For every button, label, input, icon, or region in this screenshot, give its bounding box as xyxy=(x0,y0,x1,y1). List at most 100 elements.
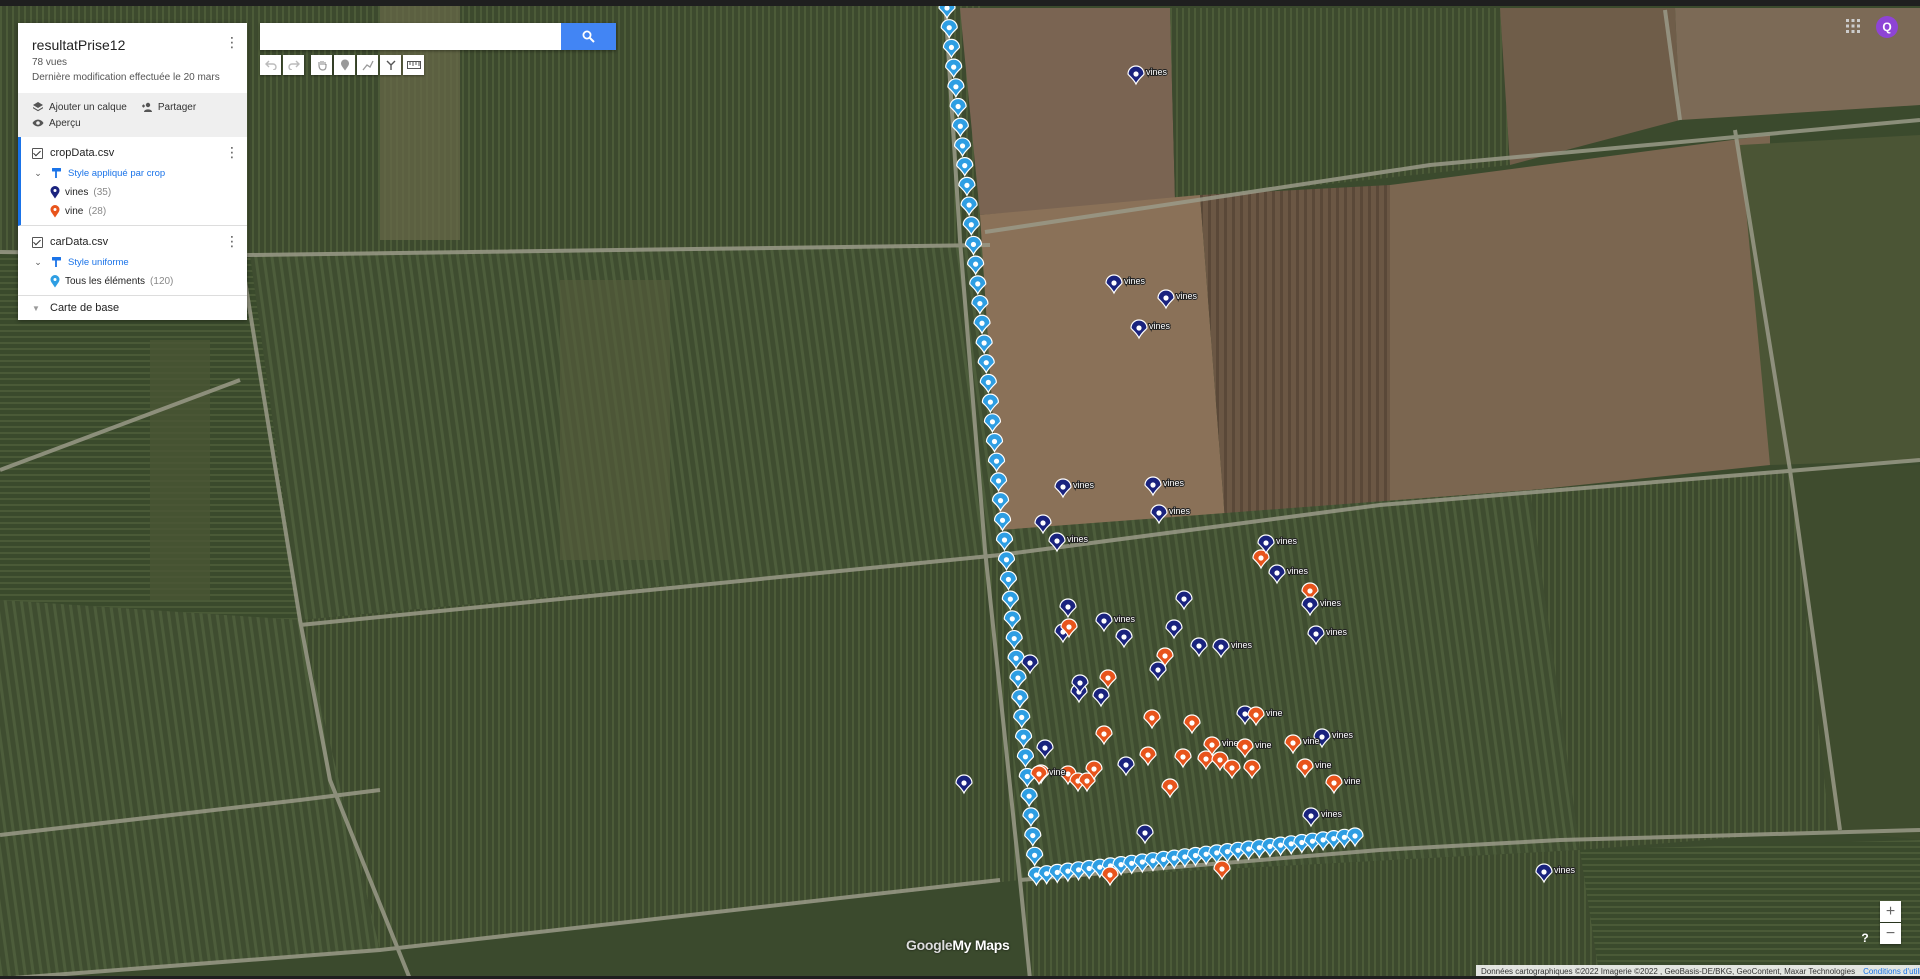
marker-label: vines xyxy=(1554,865,1576,875)
legend-label: Tous les éléments xyxy=(65,275,146,287)
search-input[interactable] xyxy=(260,23,550,50)
map-imagery[interactable]: vinesvinesvinesvinesvines vinesvinesvines… xyxy=(0,0,1920,979)
paint-roller-icon xyxy=(52,257,61,267)
add-marker-button[interactable] xyxy=(334,55,355,75)
search-icon xyxy=(582,30,595,43)
marker-label: vines xyxy=(1287,566,1309,576)
help-icon[interactable]: ? xyxy=(1857,930,1873,946)
legend-count: (120) xyxy=(150,275,174,287)
map-layers-panel: resultatPrise12 78 vues Dernière modific… xyxy=(18,23,247,320)
map-views: 78 vues xyxy=(32,57,68,68)
select-pan-button[interactable] xyxy=(311,55,332,75)
marker-label: vine xyxy=(1222,738,1239,748)
apps-grid-icon[interactable] xyxy=(1846,19,1860,33)
marker-label: vines xyxy=(1073,480,1095,490)
marker-icon xyxy=(340,59,349,71)
layer-style-label: Style appliqué par crop xyxy=(68,167,166,179)
chevron-down-icon[interactable]: ⌄ xyxy=(32,257,44,268)
marker-vines-icon xyxy=(50,185,60,198)
marker-label: vine xyxy=(1315,760,1332,770)
add-person-icon xyxy=(141,102,152,112)
preview-label: Aperçu xyxy=(49,117,81,129)
chevron-down-icon[interactable]: ⌄ xyxy=(32,168,44,179)
map-menu-icon[interactable]: ⋮ xyxy=(225,35,239,49)
marker-label: vine xyxy=(1344,776,1361,786)
layer-name[interactable]: cropData.csv xyxy=(50,147,114,159)
legend-item-vine[interactable]: vine (28) xyxy=(32,203,233,219)
marker-label: vines xyxy=(1231,640,1253,650)
logo-google: Google xyxy=(906,937,953,953)
marker-label: vine xyxy=(1266,708,1283,718)
hand-icon xyxy=(317,61,327,71)
basemap-row[interactable]: ▼ Carte de base xyxy=(18,296,247,320)
undo-button[interactable] xyxy=(260,55,281,75)
marker-label: vines xyxy=(1146,67,1168,77)
legend-label: vines xyxy=(65,186,89,198)
google-my-maps-logo: GoogleMy Maps xyxy=(906,937,1010,953)
map-toolbar xyxy=(260,55,424,75)
marker-label: vines xyxy=(1326,627,1348,637)
layer-name[interactable]: carData.csv xyxy=(50,236,108,248)
marker-label: vines xyxy=(1321,809,1343,819)
marker-label: vines xyxy=(1332,730,1354,740)
marker-label: vine xyxy=(1303,736,1320,746)
search-button[interactable] xyxy=(561,23,616,50)
marker-label: vines xyxy=(1067,534,1089,544)
satellite-map[interactable]: vines vines vines vines vines vines vines vines… xyxy=(0,0,1920,979)
layer-cardata[interactable]: carData.csv ⋮ ⌄ Style uniforme Tous les … xyxy=(18,226,247,296)
layer-cropdata[interactable]: cropData.csv ⋮ ⌄ Style appliqué par crop… xyxy=(18,137,247,226)
layer-menu-icon[interactable]: ⋮ xyxy=(225,145,239,159)
terms-link[interactable]: Conditions d'utilisation xyxy=(1863,967,1920,976)
layer-menu-icon[interactable]: ⋮ xyxy=(225,234,239,248)
paint-roller-icon xyxy=(52,168,61,178)
marker-label: vines xyxy=(1149,321,1171,331)
draw-line-icon xyxy=(361,60,374,71)
marker-vine-icon xyxy=(50,204,60,217)
zoom-out-button[interactable]: − xyxy=(1880,923,1901,944)
attribution-text: Données cartographiques ©2022 Imagerie ©… xyxy=(1481,966,1856,976)
expand-arrow-icon[interactable]: ▼ xyxy=(32,304,42,313)
eye-icon xyxy=(32,119,44,127)
layer-style-link[interactable]: ⌄ Style uniforme xyxy=(32,254,233,270)
marker-label: vine xyxy=(1049,767,1066,777)
map-title[interactable]: resultatPrise12 xyxy=(32,37,233,53)
marker-label: vines xyxy=(1124,276,1146,286)
legend-count: (28) xyxy=(88,205,107,217)
layer-style-label: Style uniforme xyxy=(68,256,129,268)
undo-icon xyxy=(264,60,277,70)
legend-item-all[interactable]: Tous les éléments (120) xyxy=(32,273,233,289)
marker-label: vine xyxy=(1255,740,1272,750)
marker-label: vines xyxy=(1114,614,1136,624)
legend-count: (35) xyxy=(93,186,112,198)
add-layer-button[interactable]: Ajouter un calque xyxy=(32,101,127,113)
redo-button[interactable] xyxy=(283,55,304,75)
layers-icon xyxy=(33,102,43,112)
map-header: resultatPrise12 78 vues Dernière modific… xyxy=(18,23,247,93)
add-layer-label: Ajouter un calque xyxy=(49,101,127,113)
ruler-icon xyxy=(406,61,421,69)
marker-label: vines xyxy=(1176,291,1198,301)
marker-car-icon xyxy=(50,274,60,287)
zoom-in-button[interactable]: + xyxy=(1880,901,1901,922)
directions-button[interactable] xyxy=(380,55,401,75)
marker-label: vines xyxy=(1163,478,1185,488)
marker-label: vines xyxy=(1320,598,1342,608)
user-avatar[interactable]: Q xyxy=(1876,16,1898,38)
redo-icon xyxy=(287,60,300,70)
window-top-bar xyxy=(0,0,1920,6)
map-modified: Dernière modification effectuée le 20 ma… xyxy=(32,72,220,83)
measure-button[interactable] xyxy=(403,55,424,75)
layer-visibility-checkbox[interactable] xyxy=(32,147,43,159)
share-label: Partager xyxy=(157,101,197,113)
legend-label: vine xyxy=(65,205,84,217)
basemap-label: Carte de base xyxy=(50,302,120,314)
layer-style-link[interactable]: ⌄ Style appliqué par crop xyxy=(32,165,233,181)
share-button[interactable]: Partager xyxy=(141,101,196,113)
preview-button[interactable]: Aperçu xyxy=(32,117,81,129)
legend-item-vines[interactable]: vines (35) xyxy=(32,184,233,200)
route-icon xyxy=(386,60,395,70)
search-box xyxy=(260,23,616,50)
layer-visibility-checkbox[interactable] xyxy=(32,236,43,248)
draw-line-button[interactable] xyxy=(357,55,378,75)
marker-label: vines xyxy=(1276,536,1298,546)
